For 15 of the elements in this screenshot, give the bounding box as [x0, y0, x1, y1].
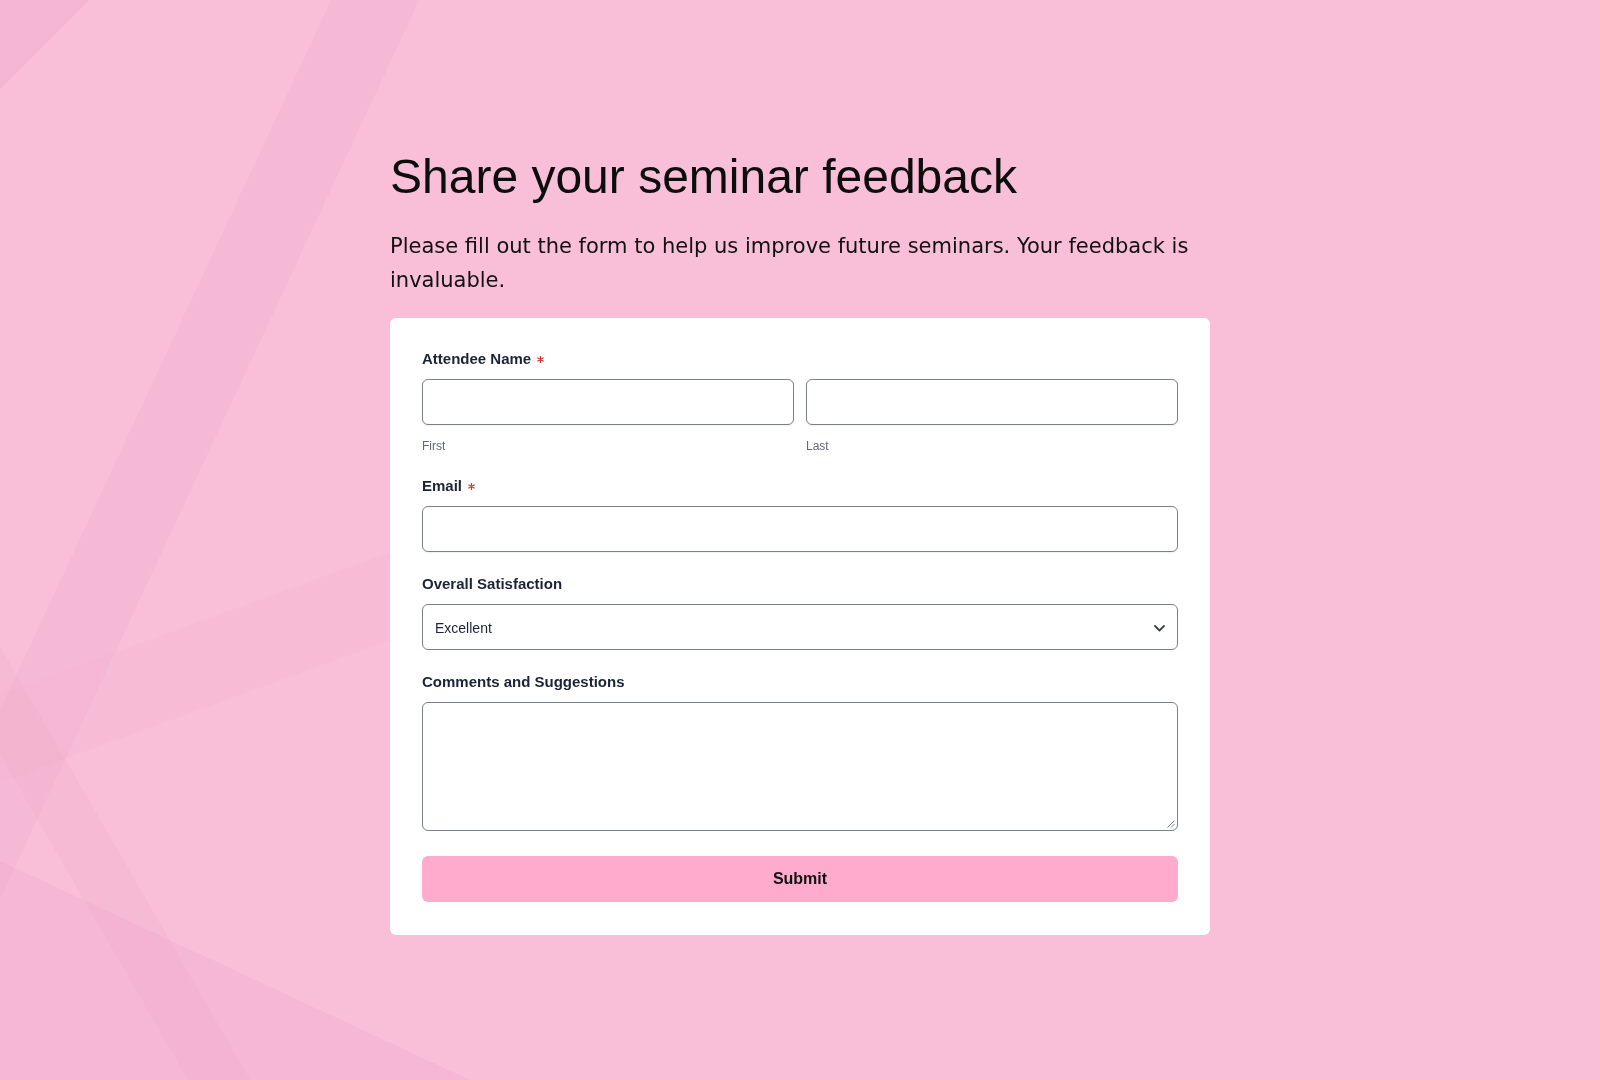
- field-sublabel: Last: [806, 438, 830, 454]
- text-input[interactable]: [806, 379, 1178, 425]
- text-input[interactable]: [422, 379, 794, 425]
- email-input[interactable]: [422, 506, 1178, 552]
- field-label: Attendee Name: [422, 349, 532, 369]
- field-label: Email: [422, 476, 463, 496]
- resize-grip-icon[interactable]: [1167, 820, 1175, 828]
- field-label: Overall Satisfaction: [422, 574, 563, 594]
- field-label: Comments and Suggestions: [422, 672, 625, 692]
- submit-button[interactable]: Submit: [422, 856, 1178, 902]
- field-sublabel: First: [422, 438, 447, 454]
- chevron-down-icon: [1154, 624, 1165, 632]
- dropdown-field[interactable]: Excellent: [422, 604, 1178, 650]
- page-title: Share your seminar feedback: [390, 149, 1018, 205]
- form-description: Please fill out the form to help us improve future seminars. Your feedback is invaluable.: [390, 233, 1190, 294]
